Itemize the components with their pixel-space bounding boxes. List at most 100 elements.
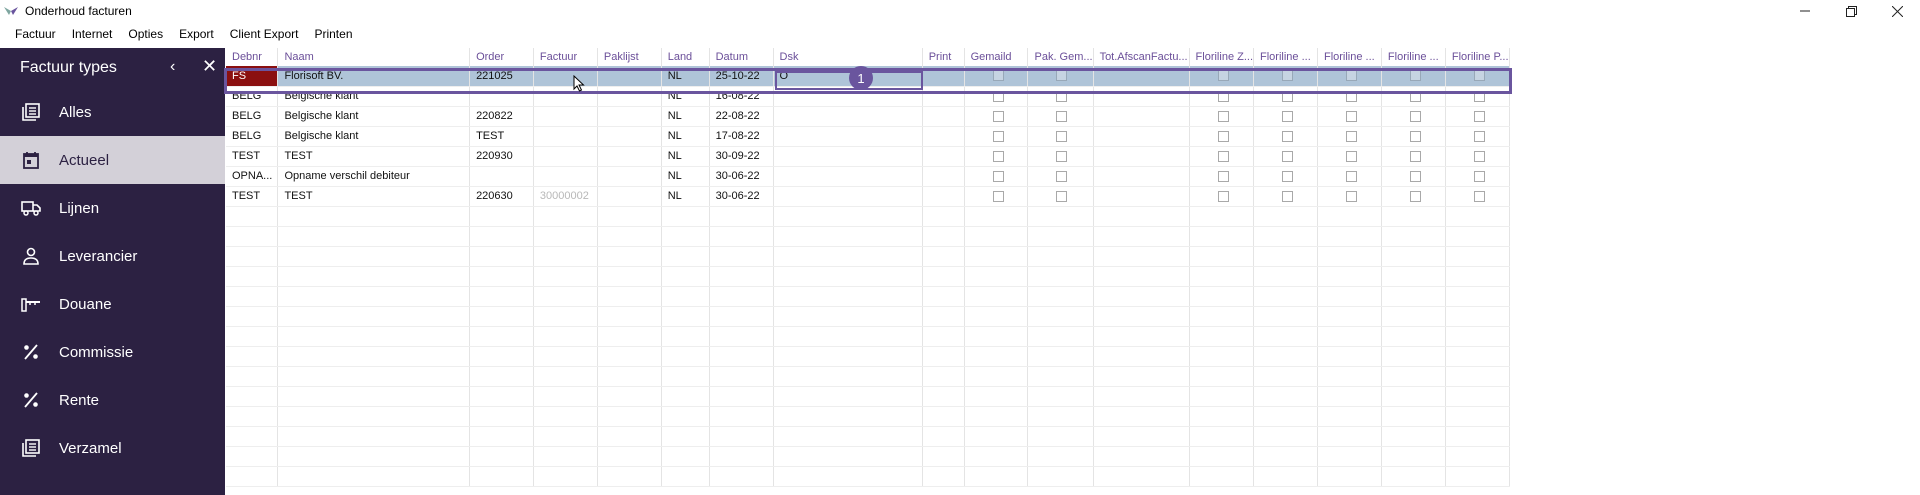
cell-paklijst[interactable]: [597, 106, 662, 127]
cell-datum[interactable]: [709, 346, 774, 367]
checkbox[interactable]: [1217, 190, 1229, 202]
cell-factuur[interactable]: [533, 226, 598, 247]
sidebar-item-commissie[interactable]: Commissie: [0, 328, 225, 376]
cell-check[interactable]: [1189, 126, 1255, 147]
cell-dsk[interactable]: [773, 86, 923, 107]
table-row[interactable]: [226, 226, 1510, 247]
cell-check[interactable]: [1317, 106, 1382, 127]
cell-land[interactable]: [661, 326, 710, 347]
cell-debnr[interactable]: [226, 386, 279, 407]
invoice-grid[interactable]: Debnr Naam Order Factuur Paklijst Land Datum Ds…: [226, 48, 1510, 495]
checkbox[interactable]: [1217, 110, 1229, 122]
cell-naam[interactable]: [277, 386, 471, 407]
cell-land[interactable]: [661, 386, 710, 407]
cell-paklijst[interactable]: [597, 226, 662, 247]
cell-datum[interactable]: [709, 426, 774, 447]
cell-dsk[interactable]: [773, 126, 923, 147]
cell-datum[interactable]: [709, 226, 774, 247]
menu-factuur[interactable]: Factuur: [7, 27, 64, 41]
cell-check[interactable]: [1445, 166, 1510, 187]
cell-factuur[interactable]: [533, 286, 598, 307]
cell-debnr[interactable]: TEST: [226, 186, 279, 207]
cell-check[interactable]: [1381, 106, 1446, 127]
cell-check[interactable]: [1027, 146, 1094, 167]
cell-paklijst[interactable]: [597, 166, 662, 187]
cell-dsk[interactable]: [773, 146, 923, 167]
cell-datum[interactable]: [709, 326, 774, 347]
cell-dsk[interactable]: [773, 226, 923, 247]
cell-datum[interactable]: [709, 206, 774, 227]
cell-check[interactable]: [1027, 86, 1094, 107]
cell-datum[interactable]: [709, 446, 774, 467]
table-row[interactable]: TEST TEST 220630 30000002 NL 30-06-22: [226, 186, 1510, 207]
cell-dsk[interactable]: [773, 346, 923, 367]
cell-check[interactable]: [1445, 186, 1510, 207]
checkbox[interactable]: [1345, 150, 1357, 162]
cell-check[interactable]: [1381, 126, 1446, 147]
column-header[interactable]: Floriline P...: [1445, 48, 1510, 66]
cell-dsk[interactable]: [773, 386, 923, 407]
column-header[interactable]: Datum: [709, 48, 774, 66]
checkbox[interactable]: [1473, 110, 1485, 122]
cell-order[interactable]: [469, 366, 534, 387]
checkbox[interactable]: [992, 110, 1004, 122]
cell-paklijst[interactable]: [597, 386, 662, 407]
column-header[interactable]: Dsk: [773, 48, 923, 66]
cell-paklijst[interactable]: [597, 326, 662, 347]
checkbox[interactable]: [1056, 110, 1068, 122]
cell-factuur[interactable]: 30000002: [533, 186, 598, 207]
cell-dsk[interactable]: [773, 306, 923, 327]
checkbox[interactable]: [1056, 70, 1068, 82]
cell-order[interactable]: [469, 426, 534, 447]
checkbox[interactable]: [1409, 170, 1421, 182]
cell-check[interactable]: [1027, 66, 1094, 87]
cell-order[interactable]: [469, 206, 534, 227]
checkbox[interactable]: [1345, 130, 1357, 142]
cell-dsk[interactable]: [773, 246, 923, 267]
cell-datum[interactable]: 25-10-22: [709, 66, 774, 87]
cell-dsk[interactable]: [773, 366, 923, 387]
cell-datum[interactable]: 30-09-22: [709, 146, 774, 167]
cell-dsk[interactable]: [773, 186, 923, 207]
cell-order[interactable]: TEST: [469, 126, 534, 147]
checkbox[interactable]: [1409, 130, 1421, 142]
cell-datum[interactable]: 30-06-22: [709, 186, 774, 207]
table-row[interactable]: [226, 246, 1510, 267]
checkbox[interactable]: [1056, 130, 1068, 142]
cell-datum[interactable]: [709, 386, 774, 407]
checkbox[interactable]: [1217, 170, 1229, 182]
cell-factuur[interactable]: [533, 426, 598, 447]
cell-debnr[interactable]: [226, 466, 279, 487]
cell-paklijst[interactable]: [597, 246, 662, 267]
cell-check[interactable]: [1445, 126, 1510, 147]
cell-order[interactable]: [469, 386, 534, 407]
column-header[interactable]: Pak. Gem...: [1027, 48, 1094, 66]
cell-order[interactable]: [469, 266, 534, 287]
cell-order[interactable]: [469, 286, 534, 307]
checkbox[interactable]: [1473, 90, 1485, 102]
checkbox[interactable]: [1409, 110, 1421, 122]
close-window-button[interactable]: [1874, 0, 1920, 22]
checkbox[interactable]: [1217, 70, 1229, 82]
column-header[interactable]: Factuur: [533, 48, 598, 66]
close-icon[interactable]: ✕: [202, 56, 217, 77]
checkbox[interactable]: [1282, 170, 1294, 182]
cell-dsk[interactable]: [773, 286, 923, 307]
column-header[interactable]: Tot.AfscanFactu...: [1093, 48, 1190, 66]
sidebar-item-leverancier[interactable]: Leverancier: [0, 232, 225, 280]
sidebar-item-alles[interactable]: Alles: [0, 88, 225, 136]
cell-debnr[interactable]: [226, 286, 279, 307]
menu-export[interactable]: Export: [171, 27, 222, 41]
table-row[interactable]: [226, 466, 1510, 487]
cell-factuur[interactable]: [533, 86, 598, 107]
cell-naam[interactable]: [277, 286, 471, 307]
cell-debnr[interactable]: [226, 406, 279, 427]
cell-check[interactable]: [1189, 66, 1255, 87]
cell-naam[interactable]: [277, 206, 471, 227]
checkbox[interactable]: [1345, 70, 1357, 82]
cell-land[interactable]: NL: [661, 126, 710, 147]
checkbox[interactable]: [1217, 90, 1229, 102]
cell-factuur[interactable]: [533, 266, 598, 287]
cell-check[interactable]: [1189, 86, 1255, 107]
checkbox[interactable]: [992, 130, 1004, 142]
